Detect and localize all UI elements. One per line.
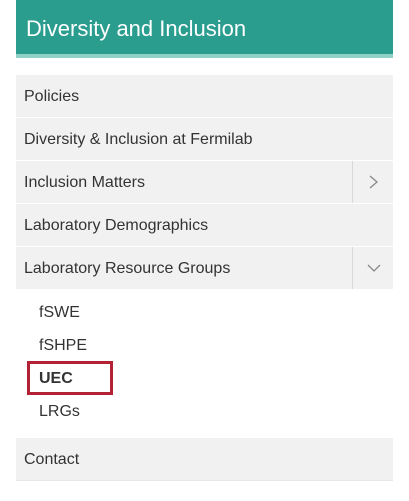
subnav-item-label: UEC	[39, 370, 73, 387]
nav-item-laboratory-resource-groups[interactable]: Laboratory Resource Groups	[16, 247, 393, 290]
nav-item-label: Laboratory Demographics	[24, 217, 209, 234]
nav-item-diversity-inclusion-at-fermilab[interactable]: Diversity & Inclusion at Fermilab	[16, 118, 393, 161]
nav-item-label: Diversity & Inclusion at Fermilab	[24, 131, 253, 148]
subnav-list: fSWE fSHPE UEC LRGs	[16, 290, 393, 438]
nav-item-inclusion-matters[interactable]: Inclusion Matters	[16, 161, 393, 204]
subnav-item-label: LRGs	[39, 403, 80, 420]
nav-item-contact[interactable]: Contact	[16, 438, 393, 481]
section-title: Diversity and Inclusion	[26, 16, 247, 41]
expand-toggle[interactable]	[352, 161, 393, 203]
side-navigation: Policies Diversity & Inclusion at Fermil…	[16, 75, 393, 481]
subnav-item-fswe[interactable]: fSWE	[16, 300, 393, 333]
subnav-item-label: fSWE	[39, 304, 80, 321]
nav-item-label: Laboratory Resource Groups	[24, 260, 231, 277]
chevron-right-icon	[369, 175, 378, 189]
subnav-item-lrgs[interactable]: LRGs	[16, 399, 393, 432]
collapse-toggle[interactable]	[352, 247, 393, 289]
subnav-item-uec[interactable]: UEC	[16, 361, 393, 399]
nav-item-label: Contact	[24, 451, 80, 468]
subnav-item-fshpe[interactable]: fSHPE	[16, 333, 393, 366]
subnav-item-label: fSHPE	[39, 337, 88, 354]
section-header: Diversity and Inclusion	[16, 0, 393, 58]
nav-item-policies[interactable]: Policies	[16, 75, 393, 118]
chevron-down-icon	[367, 264, 381, 272]
nav-item-label: Policies	[24, 88, 80, 105]
nav-item-label: Inclusion Matters	[24, 174, 145, 191]
nav-item-laboratory-demographics[interactable]: Laboratory Demographics	[16, 204, 393, 247]
